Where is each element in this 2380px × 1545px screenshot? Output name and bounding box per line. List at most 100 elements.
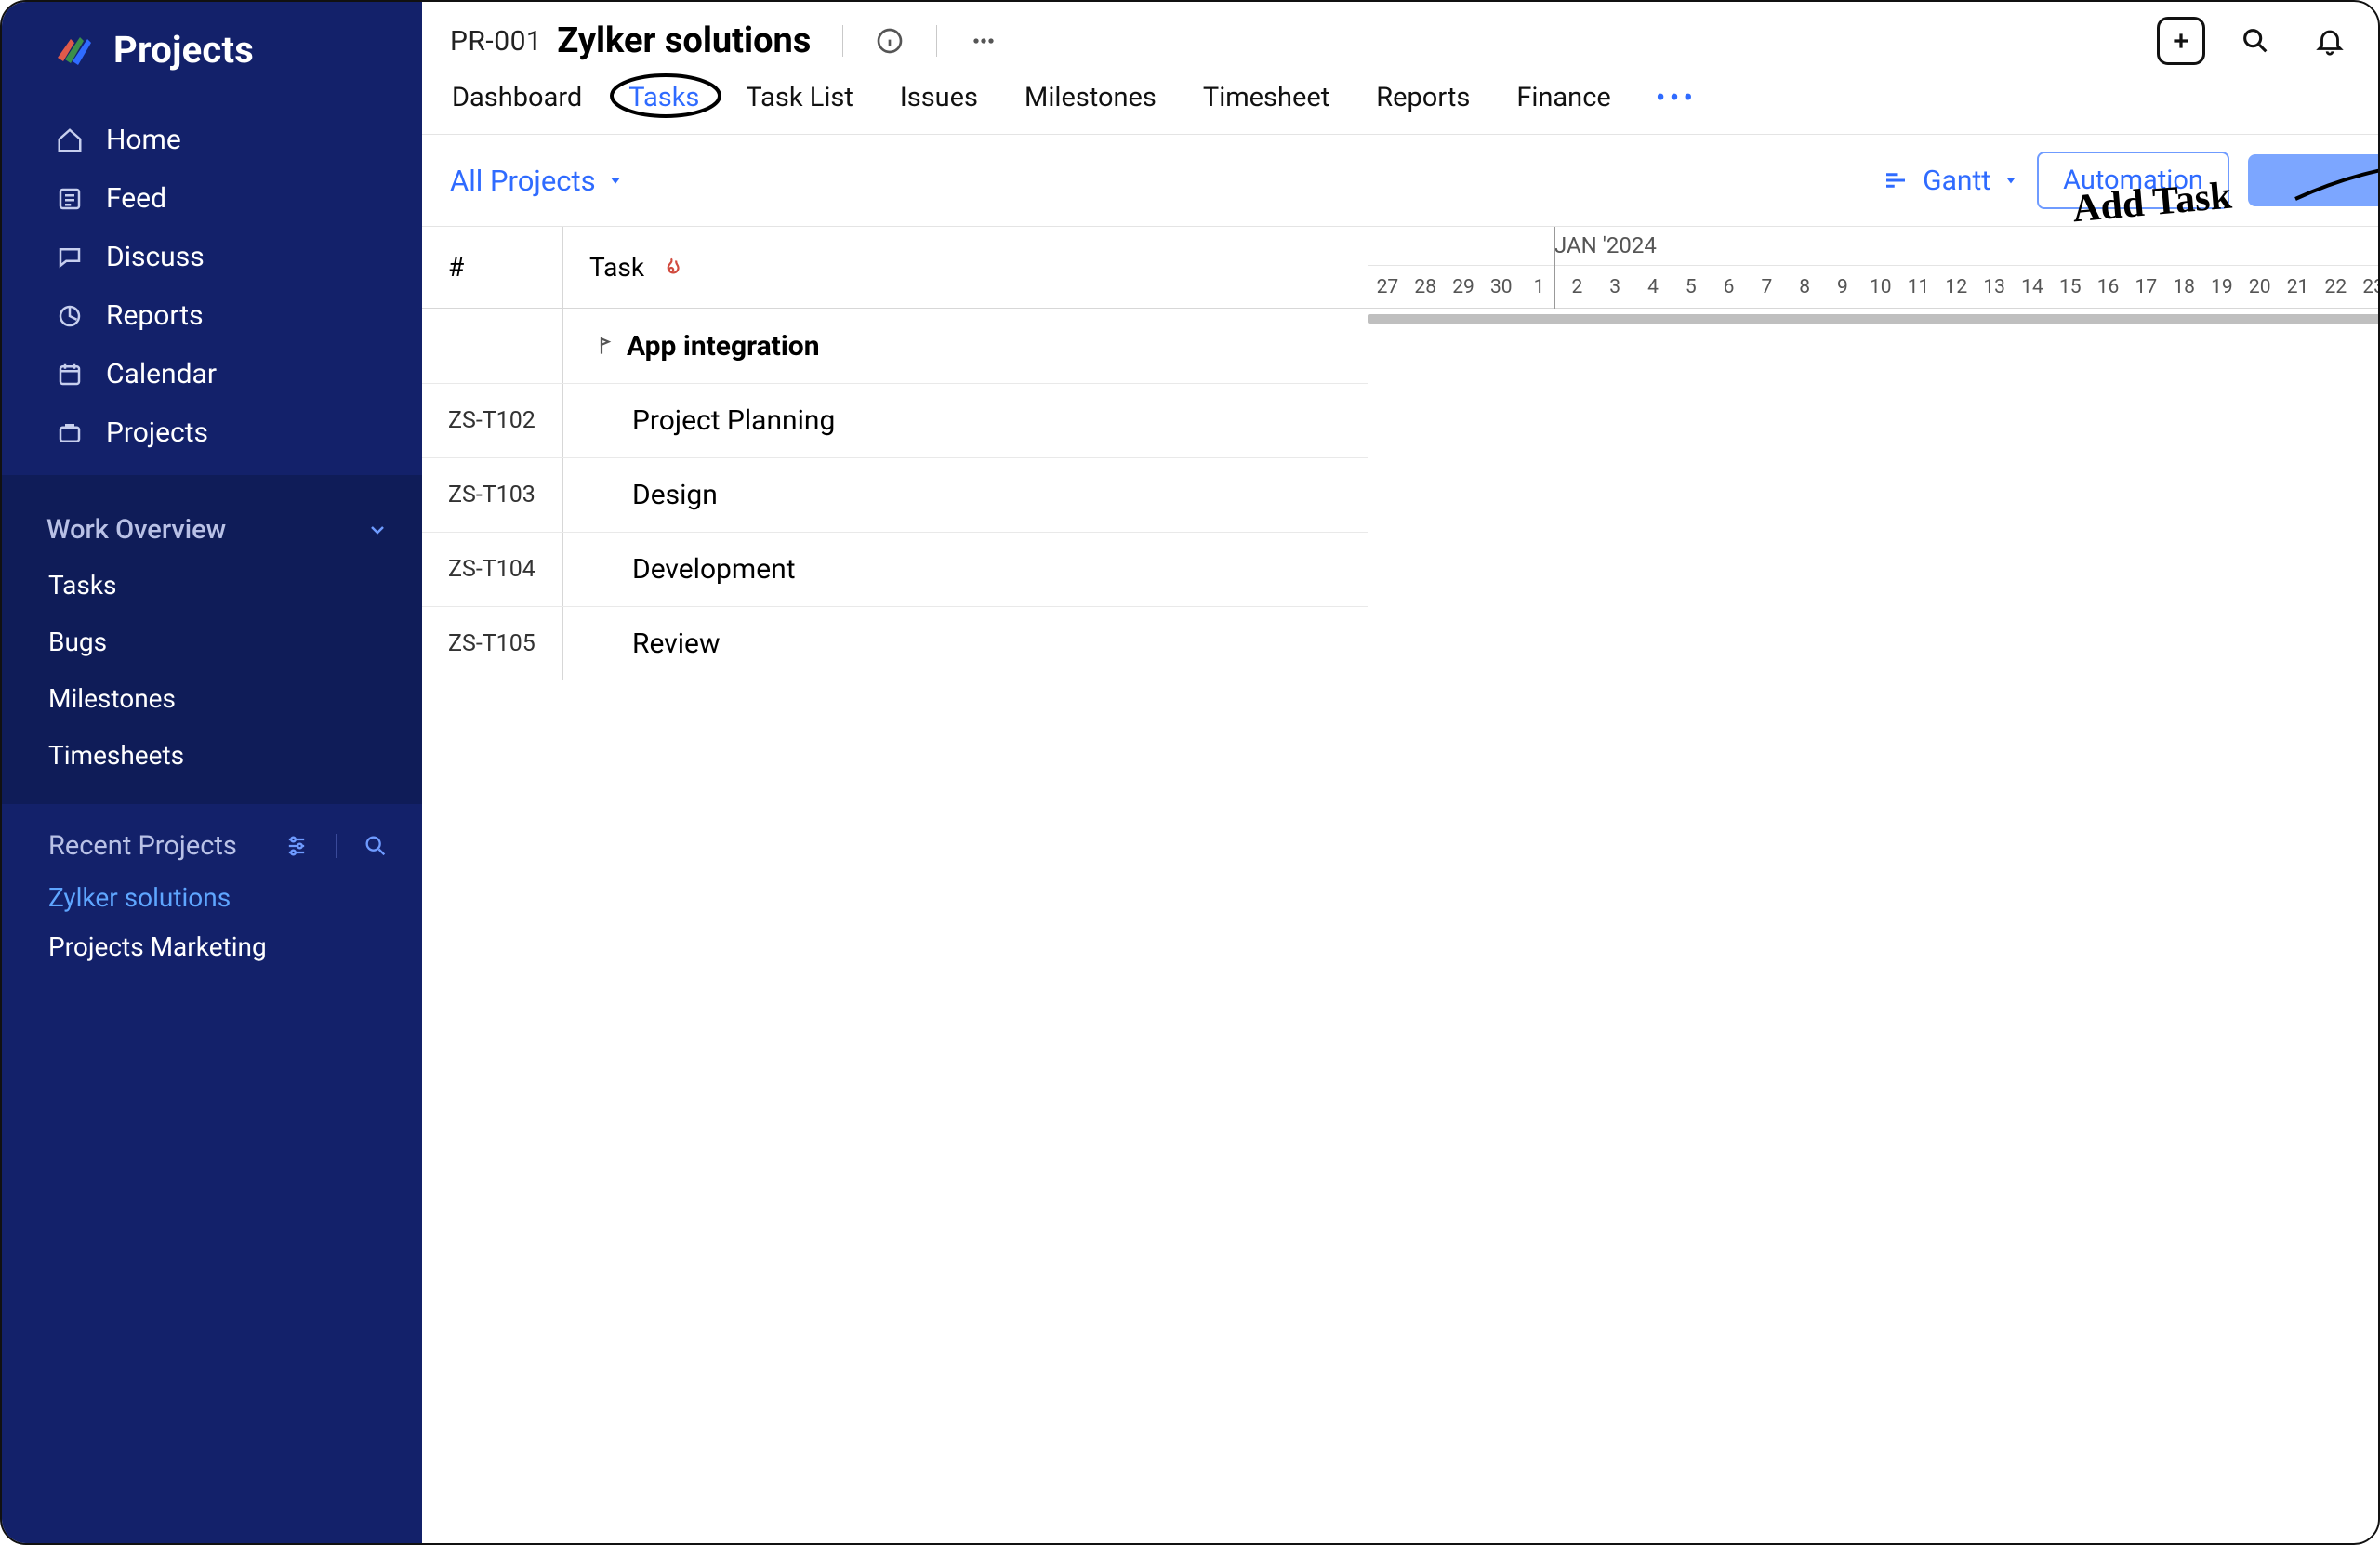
brand[interactable]: Projects xyxy=(2,2,422,98)
day-cell: 23 xyxy=(2355,276,2380,298)
day-cell: 30 xyxy=(1482,276,1520,298)
timeline-header: JAN '2024 272829301234567891011121314151… xyxy=(1368,227,2380,309)
day-cell: 22 xyxy=(2317,276,2355,298)
day-cell: 21 xyxy=(2279,276,2317,298)
brand-name: Projects xyxy=(113,28,254,72)
tab-tasklist[interactable]: Task List xyxy=(744,78,854,117)
tab-milestones[interactable]: Milestones xyxy=(1023,78,1158,117)
content-area: # Task App integration xyxy=(422,226,2380,1543)
task-row[interactable]: ZS-T103 Design xyxy=(422,457,1368,532)
automation-button[interactable]: Automation xyxy=(2037,152,2229,209)
col-header-task[interactable]: Task xyxy=(563,227,1368,308)
day-cell: 4 xyxy=(1634,276,1673,298)
all-projects-dropdown[interactable]: All Projects xyxy=(450,164,624,198)
nav-discuss[interactable]: Discuss xyxy=(2,228,422,286)
day-cell: 2 xyxy=(1558,276,1596,298)
day-cell: 14 xyxy=(2014,276,2052,298)
day-cell: 20 xyxy=(2241,276,2279,298)
nav-main: Home Feed Discuss Reports Calendar Proje… xyxy=(2,98,422,475)
nav-projects[interactable]: Projects xyxy=(2,403,422,462)
tabs: Dashboard Tasks Task List Issues Milesto… xyxy=(422,73,2380,135)
reports-icon xyxy=(54,300,86,332)
nav-label: Home xyxy=(106,124,181,156)
search-icon[interactable] xyxy=(363,833,389,859)
wo-bugs[interactable]: Bugs xyxy=(2,614,422,670)
col-header-number[interactable]: # xyxy=(422,227,563,308)
task-group-row[interactable]: App integration xyxy=(422,309,1368,383)
tab-tasks[interactable]: Tasks xyxy=(627,78,701,117)
tab-finance[interactable]: Finance xyxy=(1514,78,1612,117)
day-cell: 10 xyxy=(1861,276,1899,298)
feed-icon xyxy=(54,183,86,215)
day-cell: 19 xyxy=(2203,276,2241,298)
task-list-header: # Task xyxy=(422,227,1368,309)
task-row[interactable]: ZS-T102 Project Planning xyxy=(422,383,1368,457)
flame-icon xyxy=(659,256,683,280)
recent-project-zylker[interactable]: Zylker solutions xyxy=(2,873,422,922)
wo-tasks[interactable]: Tasks xyxy=(2,557,422,614)
nav-label: Calendar xyxy=(106,358,217,390)
tab-timesheet[interactable]: Timesheet xyxy=(1201,78,1331,117)
milestone-icon xyxy=(589,334,614,358)
task-list-panel: # Task App integration xyxy=(422,227,1368,1543)
projects-icon xyxy=(54,417,86,449)
day-cell: 3 xyxy=(1596,276,1634,298)
tab-reports[interactable]: Reports xyxy=(1374,78,1472,117)
day-cell: 12 xyxy=(1937,276,1976,298)
view-gantt-dropdown[interactable]: Gantt xyxy=(1882,165,2018,197)
day-cell: 16 xyxy=(2089,276,2127,298)
nav-label: Projects xyxy=(106,416,208,449)
timeline-body[interactable] xyxy=(1368,309,2380,1543)
day-cell: 28 xyxy=(1407,276,1445,298)
project-more-icon[interactable] xyxy=(969,26,998,56)
bell-icon[interactable] xyxy=(2306,17,2354,65)
subbar: All Projects Gantt Automation xyxy=(422,135,2380,226)
recent-header-label: Recent Projects xyxy=(48,830,237,862)
gantt-icon xyxy=(1882,166,1910,194)
month-label: JAN '2024 xyxy=(1554,232,1657,258)
task-row[interactable]: ZS-T105 Review xyxy=(422,606,1368,680)
tab-issues[interactable]: Issues xyxy=(898,78,980,117)
nav-feed[interactable]: Feed xyxy=(2,169,422,228)
nav-label: Discuss xyxy=(106,241,205,273)
day-cell: 9 xyxy=(1824,276,1862,298)
day-cell: 1 xyxy=(1520,276,1558,298)
discuss-icon xyxy=(54,242,86,273)
wo-milestones[interactable]: Milestones xyxy=(2,670,422,727)
timeline-panel: JAN '2024 272829301234567891011121314151… xyxy=(1368,227,2380,1543)
tabs-more-icon[interactable]: ••• xyxy=(1656,80,1697,115)
add-button[interactable] xyxy=(2157,17,2205,65)
nav-calendar[interactable]: Calendar xyxy=(2,345,422,403)
nav-label: Feed xyxy=(106,182,166,215)
work-overview-section: Work Overview Tasks Bugs Milestones Time… xyxy=(2,475,422,804)
project-id: PR-001 xyxy=(450,25,542,58)
wo-timesheets[interactable]: Timesheets xyxy=(2,727,422,784)
search-icon[interactable] xyxy=(2231,17,2280,65)
day-cell: 18 xyxy=(2165,276,2203,298)
tab-dashboard[interactable]: Dashboard xyxy=(450,78,584,117)
add-task-main[interactable] xyxy=(2248,154,2380,206)
day-row: 2728293012345678910111213141516171819202… xyxy=(1368,266,2380,308)
main: PR-001 Zylker solutions Dashboard xyxy=(422,2,2380,1543)
task-row[interactable]: ZS-T104 Development xyxy=(422,532,1368,606)
recent-project-marketing[interactable]: Projects Marketing xyxy=(2,922,422,971)
chevron-down-icon xyxy=(366,519,389,541)
day-cell: 11 xyxy=(1899,276,1937,298)
work-overview-header[interactable]: Work Overview xyxy=(2,495,422,557)
sidebar: Projects Home Feed Discuss Reports Calen… xyxy=(2,2,422,1543)
day-cell: 6 xyxy=(1710,276,1748,298)
day-cell: 17 xyxy=(2127,276,2165,298)
day-cell: 5 xyxy=(1672,276,1710,298)
nav-home[interactable]: Home xyxy=(2,111,422,169)
day-cell: 15 xyxy=(2051,276,2089,298)
add-task-button[interactable] xyxy=(2248,154,2380,206)
gantt-bar xyxy=(1368,314,2380,324)
nav-reports[interactable]: Reports xyxy=(2,286,422,345)
info-icon[interactable] xyxy=(875,26,905,56)
topbar: PR-001 Zylker solutions xyxy=(422,2,2380,73)
day-cell: 13 xyxy=(1976,276,2014,298)
project-name: Zylker solutions xyxy=(557,20,811,61)
day-cell: 7 xyxy=(1748,276,1786,298)
sliders-icon[interactable] xyxy=(284,833,310,859)
brand-logo-icon xyxy=(52,30,93,71)
